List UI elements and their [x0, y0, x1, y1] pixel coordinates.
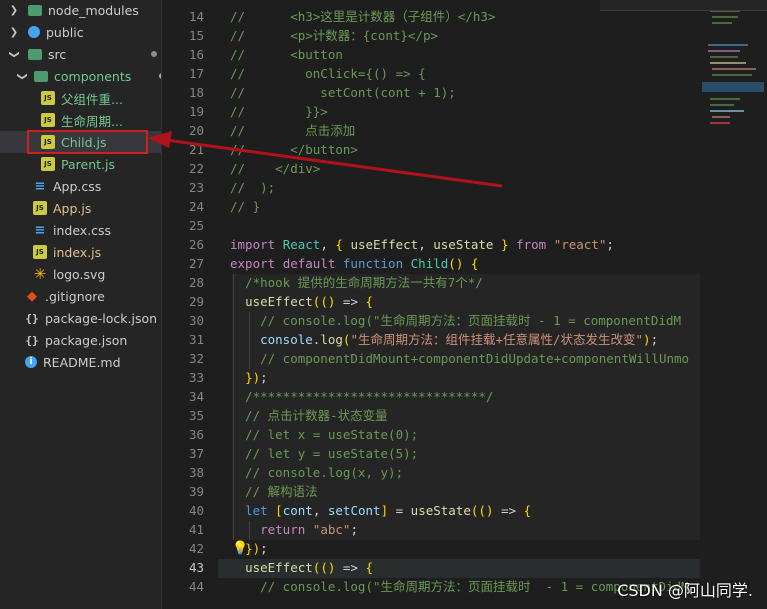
annotation-arrow: [148, 131, 503, 188]
arrow-head: [148, 131, 172, 148]
watermark: CSDN @阿山同学.: [617, 581, 753, 600]
arrow-shaft: [165, 138, 503, 188]
